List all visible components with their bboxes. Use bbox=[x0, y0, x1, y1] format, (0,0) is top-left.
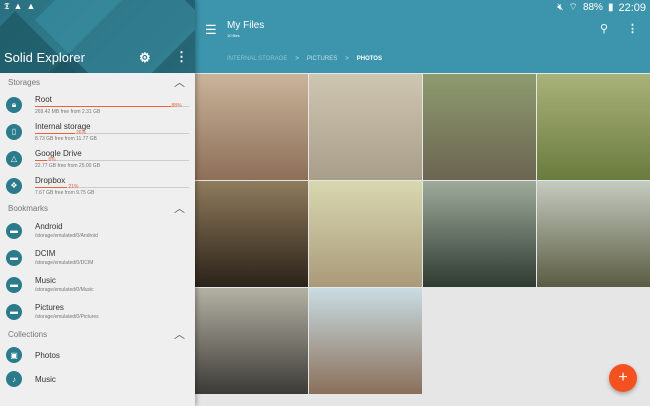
warning-icon: ▲ bbox=[14, 1, 23, 11]
drawer-header: 𝕿 ▲▲ Solid Explorer ⚙ ⋮ bbox=[0, 0, 195, 73]
folder-icon: ▬ bbox=[6, 304, 22, 320]
bookmark-item[interactable]: ▬ Android/storage/emulated/0/Android bbox=[0, 217, 195, 244]
bookmark-path: /storage/emulated/0/DCIM bbox=[35, 260, 189, 266]
add-button[interactable]: + bbox=[609, 364, 637, 392]
music-note-icon: ♪ bbox=[6, 371, 22, 387]
storage-name: Internal storage bbox=[35, 122, 189, 131]
google-drive-icon: △ bbox=[6, 151, 22, 167]
photo-sky-clouds[interactable] bbox=[309, 74, 422, 180]
storage-usage-bar: 21% bbox=[35, 187, 189, 188]
battery-icon: ▮ bbox=[608, 2, 614, 13]
main-content: 🔇︎ ⌔ 88% ▮ 22:09 ☰ My Files 10 files ⚲ ⋮ INT… bbox=[195, 0, 650, 406]
folder-icon: ▬ bbox=[6, 223, 22, 239]
storage-usage-bar: 88% bbox=[35, 106, 189, 107]
usage-percent: 26% bbox=[76, 130, 86, 136]
collection-item[interactable]: ▣ Photos bbox=[0, 343, 195, 367]
bookmark-name: Music bbox=[35, 276, 189, 285]
photo-grid bbox=[195, 74, 650, 394]
more-options-icon[interactable]: ⋮ bbox=[175, 49, 188, 65]
usage-percent: 88% bbox=[172, 103, 182, 109]
chevron-up-icon[interactable]: ︿ bbox=[174, 74, 185, 90]
collections-section-header[interactable]: Collections ︿ bbox=[0, 325, 195, 343]
photo-attic-chair[interactable] bbox=[195, 181, 308, 287]
storages-section-header[interactable]: Storages ︿ bbox=[0, 73, 195, 91]
chevron-right-icon: > bbox=[295, 56, 299, 62]
bookmark-item[interactable]: ▬ Music/storage/emulated/0/Music bbox=[0, 271, 195, 298]
section-label: Collections bbox=[8, 330, 47, 339]
storage-usage-bar: 8% bbox=[35, 160, 189, 161]
bookmark-name: Android bbox=[35, 222, 189, 231]
breadcrumb-photos[interactable]: PHOTOS bbox=[357, 56, 382, 62]
app-title: Solid Explorer bbox=[4, 50, 85, 65]
bookmark-path: /storage/emulated/0/Music bbox=[35, 287, 189, 293]
photo-vintage-car[interactable] bbox=[309, 288, 422, 394]
collection-name: Photos bbox=[35, 351, 189, 360]
section-label: Bookmarks bbox=[8, 204, 48, 213]
breadcrumb-pictures[interactable]: PICTURES bbox=[307, 56, 337, 62]
phone-icon: ▯ bbox=[6, 124, 22, 140]
collection-name: Music bbox=[35, 375, 189, 384]
lock-icon: 🔒︎ bbox=[6, 97, 22, 113]
storage-free-space: 8.73 GB free from 11.77 GB bbox=[35, 136, 189, 142]
settings-icon[interactable]: ⚙ bbox=[139, 50, 151, 66]
collection-item[interactable]: ♪ Music bbox=[0, 367, 195, 391]
bookmark-path: /storage/emulated/0/Android bbox=[35, 233, 189, 239]
photo-sea-horizon[interactable] bbox=[423, 181, 536, 287]
storage-free-space: 22.77 GB free from 25.00 GB bbox=[35, 163, 189, 169]
storage-free-space: 269.42 MB free from 2.31 GB bbox=[35, 109, 189, 115]
photo-beach-chairs[interactable] bbox=[309, 181, 422, 287]
image-icon: ▣ bbox=[6, 347, 22, 363]
photo-ball-in-grass[interactable] bbox=[537, 74, 650, 180]
storage-item[interactable]: ❖ Dropbox21%7.67 GB free from 9.75 GB bbox=[0, 172, 195, 199]
status-bar: 🔇︎ ⌔ 88% ▮ 22:09 bbox=[557, 1, 646, 14]
warning-icon: ▲ bbox=[26, 1, 35, 11]
bookmark-path: /storage/emulated/0/Pictures bbox=[35, 314, 189, 320]
clock: 22:09 bbox=[618, 2, 646, 14]
wifi-icon: ⌔ bbox=[569, 1, 578, 14]
storage-item[interactable]: 🔒︎ Root88%269.42 MB free from 2.31 GB bbox=[0, 91, 195, 118]
menu-icon[interactable]: ☰ bbox=[205, 22, 217, 38]
storage-name: Google Drive bbox=[35, 149, 189, 158]
bookmark-item[interactable]: ▬ DCIM/storage/emulated/0/DCIM bbox=[0, 244, 195, 271]
folder-icon: ▬ bbox=[6, 277, 22, 293]
storage-free-space: 7.67 GB free from 9.75 GB bbox=[35, 190, 189, 196]
dropbox-icon: ❖ bbox=[6, 178, 22, 194]
battery-level: 88% bbox=[583, 2, 603, 13]
file-count: 10 files bbox=[227, 33, 240, 38]
bookmark-name: Pictures bbox=[35, 303, 189, 312]
more-options-icon[interactable]: ⋮ bbox=[627, 22, 638, 35]
chevron-up-icon[interactable]: ︿ bbox=[174, 200, 185, 216]
bookmark-item[interactable]: ▬ Pictures/storage/emulated/0/Pictures bbox=[0, 298, 195, 325]
photo-bicycle-brick-wall[interactable] bbox=[195, 74, 308, 180]
usage-percent: 8% bbox=[48, 157, 55, 163]
photo-railway-tracks[interactable] bbox=[423, 74, 536, 180]
storage-usage-bar: 26% bbox=[35, 133, 189, 134]
section-label: Storages bbox=[8, 78, 40, 87]
folder-icon: ▬ bbox=[6, 250, 22, 266]
photo-cattle-field[interactable] bbox=[537, 181, 650, 287]
mute-icon: 🔇︎ bbox=[557, 2, 563, 13]
storage-name: Root bbox=[35, 95, 189, 104]
page-title: My Files bbox=[227, 20, 264, 31]
photo-city-skyline[interactable] bbox=[195, 288, 308, 394]
bookmarks-section-header[interactable]: Bookmarks ︿ bbox=[0, 199, 195, 217]
chevron-up-icon[interactable]: ︿ bbox=[174, 326, 185, 342]
toolbar: 🔇︎ ⌔ 88% ▮ 22:09 ☰ My Files 10 files ⚲ ⋮ INT… bbox=[195, 0, 650, 73]
usage-percent: 21% bbox=[68, 184, 78, 190]
storage-item[interactable]: △ Google Drive8%22.77 GB free from 25.00 … bbox=[0, 145, 195, 172]
bookmark-name: DCIM bbox=[35, 249, 189, 258]
notification-icon: 𝕿 bbox=[4, 1, 10, 11]
storage-name: Dropbox bbox=[35, 176, 189, 185]
breadcrumb: INTERNAL STORAGE > PICTURES > PHOTOS bbox=[227, 56, 382, 62]
search-icon[interactable]: ⚲ bbox=[600, 22, 608, 35]
navigation-drawer: 𝕿▲▲ Solid Explorer ⚙ ⋮ Storages︿ 🔒︎Root8… bbox=[0, 0, 195, 406]
storage-item[interactable]: ▯ Internal storage26%8.73 GB free from 11… bbox=[0, 118, 195, 145]
breadcrumb-internal-storage[interactable]: INTERNAL STORAGE bbox=[227, 56, 287, 62]
chevron-right-icon: > bbox=[345, 56, 349, 62]
status-bar-left-icons: 𝕿 ▲▲ bbox=[0, 0, 195, 12]
